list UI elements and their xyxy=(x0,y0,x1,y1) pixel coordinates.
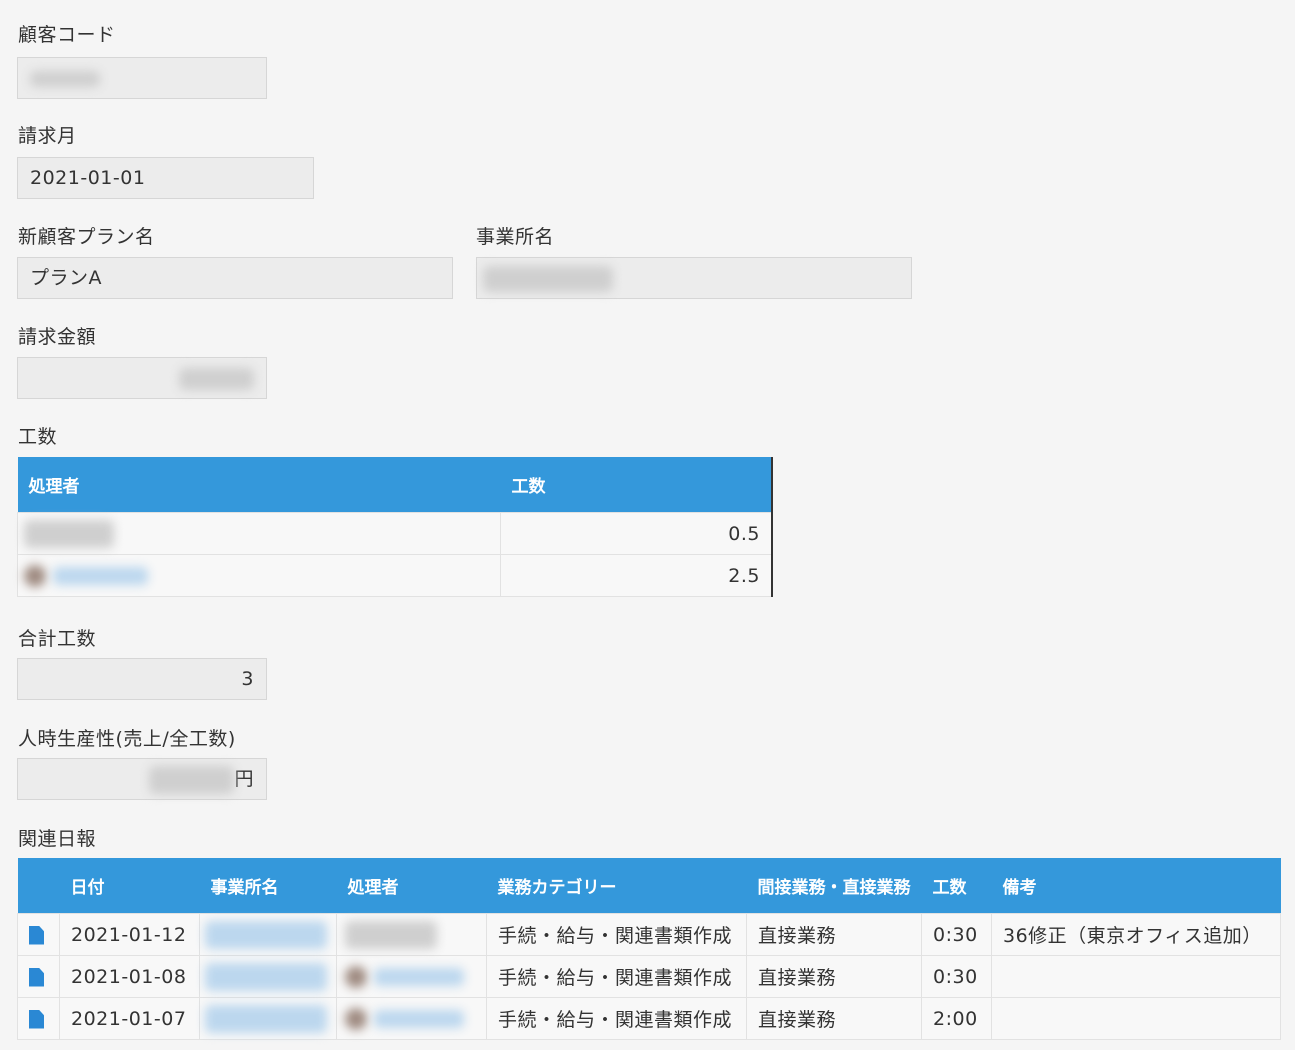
hours-cell: 0:30 xyxy=(921,913,992,956)
table-row: 2021-01-12 手続・給与・関連書類作成 直接業務 0:30 36修正（東… xyxy=(17,913,1281,956)
category-cell: 手続・給与・関連書類作成 xyxy=(486,913,747,956)
table-row: 2021-01-07 手続・給与・関連書類作成 直接業務 2:00 xyxy=(17,997,1281,1040)
note-cell xyxy=(991,997,1281,1040)
table-row: 2021-01-08 手続・給与・関連書類作成 直接業務 0:30 xyxy=(17,955,1281,998)
open-report-cell[interactable] xyxy=(17,955,60,998)
column-header-hours: 工数 xyxy=(921,858,992,914)
handler-cell xyxy=(17,554,501,597)
plan-name-field[interactable]: プランA xyxy=(17,257,453,299)
customer-code-label: 顧客コード xyxy=(18,24,116,46)
redacted-value xyxy=(149,765,235,794)
customer-code-field[interactable] xyxy=(17,57,267,99)
yen-unit: 円 xyxy=(234,768,254,790)
column-header-office: 事業所名 xyxy=(199,858,337,914)
date-cell: 2021-01-08 xyxy=(59,955,200,998)
date-cell: 2021-01-12 xyxy=(59,913,200,956)
redacted-value xyxy=(179,367,254,390)
column-header-date: 日付 xyxy=(59,858,200,914)
redacted-name-link[interactable] xyxy=(52,566,148,585)
document-icon[interactable] xyxy=(29,925,44,945)
related-reports-label: 関連日報 xyxy=(18,828,97,850)
work-type-cell: 直接業務 xyxy=(746,913,922,956)
office-name-field[interactable] xyxy=(476,257,912,299)
redacted-name xyxy=(24,519,114,548)
hours-cell: 2.5 xyxy=(500,554,773,597)
note-cell xyxy=(991,955,1281,998)
handler-cell xyxy=(17,512,501,555)
handler-cell xyxy=(336,997,487,1040)
avatar xyxy=(345,965,367,988)
redacted-value xyxy=(30,70,100,87)
redacted-name xyxy=(345,920,437,949)
work-hours-table: 処理者 工数 0.5 2.5 xyxy=(17,457,773,597)
work-type-cell: 直接業務 xyxy=(746,997,922,1040)
total-hours-field[interactable]: 3 xyxy=(17,658,267,700)
handler-cell xyxy=(336,913,487,956)
document-icon[interactable] xyxy=(29,1009,44,1029)
open-report-cell[interactable] xyxy=(17,913,60,956)
billing-amount-field[interactable] xyxy=(17,357,267,399)
handler-cell xyxy=(336,955,487,998)
work-type-cell: 直接業務 xyxy=(746,955,922,998)
hours-cell: 0.5 xyxy=(500,512,773,555)
column-header-note: 備考 xyxy=(991,858,1281,914)
note-cell: 36修正（東京オフィス追加） xyxy=(991,913,1281,956)
billing-amount-label: 請求金額 xyxy=(18,326,97,348)
related-reports-table: 日付 事業所名 処理者 業務カテゴリー 間接業務・直接業務 工数 備考 2021… xyxy=(17,858,1281,1040)
column-header-handler: 処理者 xyxy=(17,457,501,513)
category-cell: 手続・給与・関連書類作成 xyxy=(486,955,747,998)
hours-cell: 0:30 xyxy=(921,955,992,998)
office-name-label: 事業所名 xyxy=(476,226,555,248)
redacted-office-link[interactable] xyxy=(205,1004,327,1033)
hours-cell: 2:00 xyxy=(921,997,992,1040)
document-icon[interactable] xyxy=(29,967,44,987)
plan-name-label: 新顧客プラン名 xyxy=(18,226,155,248)
open-report-cell[interactable] xyxy=(17,997,60,1040)
productivity-label: 人時生産性(売上/全工数) xyxy=(18,728,236,750)
column-header-hours: 工数 xyxy=(500,457,772,513)
redacted-office-link[interactable] xyxy=(205,920,327,949)
column-header-category: 業務カテゴリー xyxy=(486,858,747,914)
category-cell: 手続・給与・関連書類作成 xyxy=(486,997,747,1040)
redacted-office-link[interactable] xyxy=(205,962,327,991)
table-row: 2.5 xyxy=(17,554,773,597)
table-row: 0.5 xyxy=(17,512,773,555)
office-cell xyxy=(199,913,337,956)
billing-month-label: 請求月 xyxy=(18,125,77,147)
avatar xyxy=(24,564,46,587)
work-hours-label: 工数 xyxy=(18,426,58,448)
avatar xyxy=(345,1007,367,1030)
column-header-handler: 処理者 xyxy=(336,858,487,914)
date-cell: 2021-01-07 xyxy=(59,997,200,1040)
office-cell xyxy=(199,997,337,1040)
column-header-icon xyxy=(17,858,60,914)
productivity-field[interactable]: 円 xyxy=(17,758,267,800)
column-header-work-type: 間接業務・直接業務 xyxy=(746,858,922,914)
redacted-value xyxy=(483,265,613,292)
redacted-name-link[interactable] xyxy=(373,1009,464,1028)
total-hours-label: 合計工数 xyxy=(18,628,97,650)
redacted-name-link[interactable] xyxy=(373,967,464,986)
office-cell xyxy=(199,955,337,998)
billing-month-field[interactable]: 2021-01-01 xyxy=(17,157,314,199)
